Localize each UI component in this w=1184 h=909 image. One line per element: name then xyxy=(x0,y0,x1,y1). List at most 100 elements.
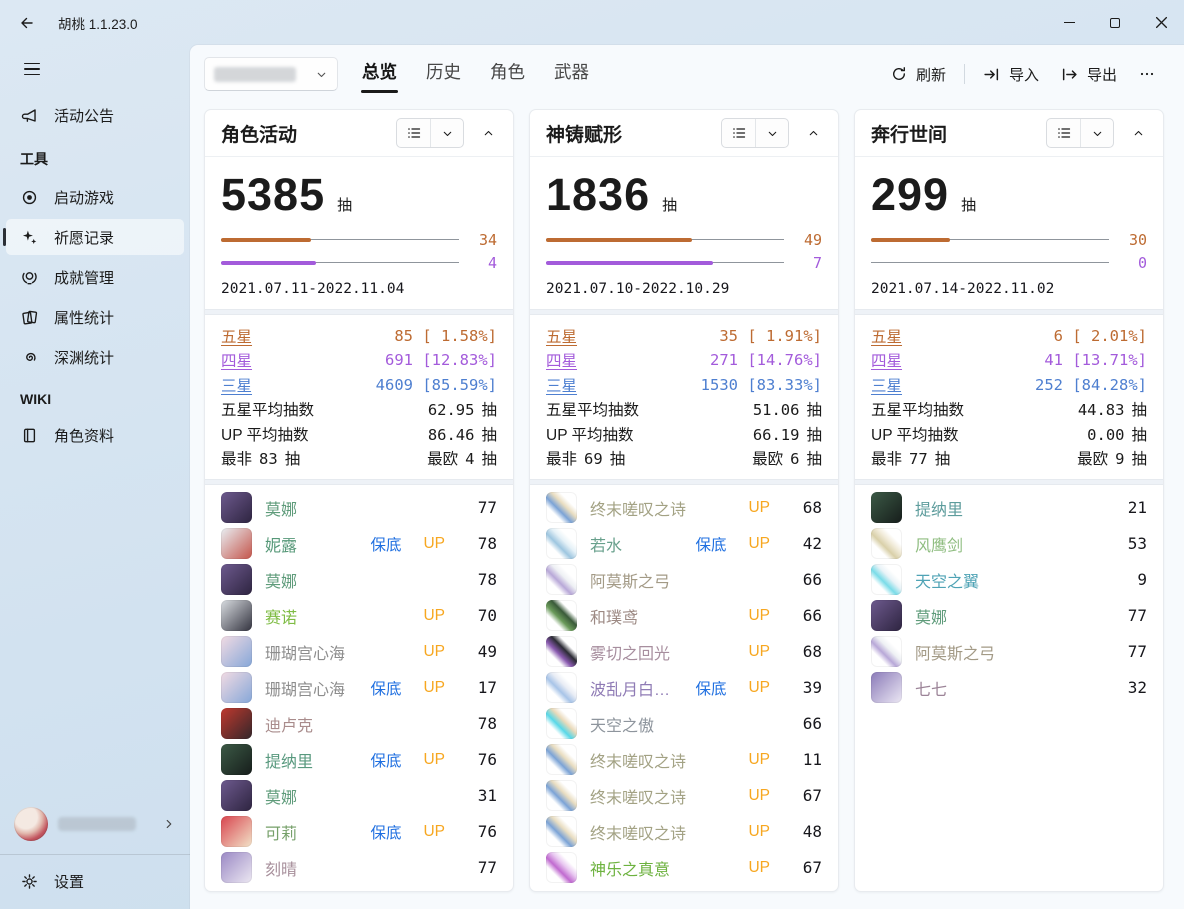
weapon-icon xyxy=(871,528,902,559)
pull-list-item: 提纳里21 xyxy=(871,490,1147,526)
star-stat-row: 四星 271 [14.76%] xyxy=(546,348,822,373)
list-view-button[interactable] xyxy=(722,119,755,147)
tab-history[interactable]: 历史 xyxy=(425,55,462,93)
pull-item-name: 风鹰剑 xyxy=(915,532,1095,556)
worst-pull-stat: 最非83抽 xyxy=(221,447,300,469)
minimize-button[interactable] xyxy=(1046,0,1092,45)
sidebar-item-attribute-stats[interactable]: 属性统计 xyxy=(6,299,184,335)
star-filter-link[interactable]: 五星 xyxy=(546,325,577,347)
pity-bar-value: 0 xyxy=(1119,254,1147,272)
star-filter-link[interactable]: 四星 xyxy=(871,349,902,371)
list-icon xyxy=(731,125,747,141)
pull-list-item: 阿莫斯之弓66 xyxy=(546,562,822,598)
star-filter-link[interactable]: 四星 xyxy=(546,349,577,371)
refresh-icon xyxy=(891,66,907,82)
card-header: 奔行世间 xyxy=(855,110,1163,157)
pull-unit-label: 抽 xyxy=(481,423,497,445)
star-filter-link[interactable]: 五星 xyxy=(871,325,902,347)
character-avatar xyxy=(221,492,252,523)
sidebar-item-abyss-stats[interactable]: 深渊统计 xyxy=(6,339,184,375)
up-badge: UP xyxy=(423,823,445,841)
import-button[interactable]: 导入 xyxy=(972,57,1050,91)
weapon-icon xyxy=(546,636,577,667)
pull-list-item: 赛诺UP70 xyxy=(221,598,497,634)
star-stat-row: 五星35 [ 1.91%] xyxy=(546,324,822,349)
pull-item-name: 珊瑚宫心海 xyxy=(265,676,348,700)
window-controls xyxy=(1046,0,1184,45)
star-filter-link[interactable]: 三星 xyxy=(546,374,577,396)
pull-list-item: 波乱月白经津保底UP39 xyxy=(546,670,822,706)
sidebar-item-character-wiki[interactable]: 角色资料 xyxy=(6,417,184,453)
gear-icon xyxy=(20,872,38,890)
up-badge: UP xyxy=(748,751,770,769)
achievement-icon xyxy=(20,268,38,286)
view-mode-split-button xyxy=(721,118,789,148)
card-title: 神铸赋形 xyxy=(546,120,622,147)
weapon-icon xyxy=(546,744,577,775)
uid-selector[interactable] xyxy=(204,57,338,91)
user-account-row[interactable] xyxy=(6,798,184,850)
average-stat-row: UP 平均抽数86.46抽 xyxy=(221,422,497,447)
banner-statistics: 五星35 [ 1.91%]四星271 [14.76%]三星1530 [83.33… xyxy=(530,315,838,479)
star-count-value: 271 [14.76%] xyxy=(710,351,822,369)
view-mode-dropdown-button[interactable] xyxy=(1080,119,1113,147)
star-filter-link[interactable]: 四星 xyxy=(221,349,252,371)
list-view-button[interactable] xyxy=(397,119,430,147)
pull-list-item: 终末嗟叹之诗UP48 xyxy=(546,814,822,850)
star-filter-link[interactable]: 五星 xyxy=(221,325,252,347)
pull-count: 32 xyxy=(1117,678,1147,697)
pivot-tabs: 总览 历史 角色 武器 xyxy=(361,55,590,93)
collapse-card-button[interactable] xyxy=(473,118,503,148)
collapse-card-button[interactable] xyxy=(798,118,828,148)
pull-item-name: 雾切之回光 xyxy=(590,640,726,664)
four-star-pity-bar: 0 xyxy=(871,255,1147,271)
pull-count: 76 xyxy=(467,750,497,769)
pull-count: 67 xyxy=(792,858,822,877)
app-title: 胡桃 1.1.23.0 xyxy=(58,13,138,33)
tab-overview[interactable]: 总览 xyxy=(361,55,398,93)
pull-count: 39 xyxy=(792,678,822,697)
sidebar-item-launch-game[interactable]: 启动游戏 xyxy=(6,179,184,215)
pull-list-item: 莫娜77 xyxy=(221,490,497,526)
best-pull-stat: 最欧9抽 xyxy=(1077,447,1147,469)
settings-label: 设置 xyxy=(54,871,84,892)
date-range: 2021.07.10-2022.10.29 xyxy=(546,281,822,297)
sidebar-item-achievement[interactable]: 成就管理 xyxy=(6,259,184,295)
maximize-button[interactable] xyxy=(1092,0,1138,45)
pity-bar-track xyxy=(546,239,784,240)
wish-record-icon xyxy=(20,228,38,246)
main-panel: 总览 历史 角色 武器 刷新 xyxy=(190,45,1184,909)
close-button[interactable] xyxy=(1138,0,1184,45)
total-pulls: 299抽 xyxy=(871,170,1147,220)
more-button[interactable] xyxy=(1128,57,1166,91)
sidebar-item-label: 祈愿记录 xyxy=(54,227,114,248)
star-filter-link[interactable]: 三星 xyxy=(871,374,902,396)
pull-list-item: 可莉保底UP76 xyxy=(221,814,497,850)
weapon-icon xyxy=(546,528,577,559)
pull-list-item: 若水保底UP42 xyxy=(546,526,822,562)
sidebar-item-wish-record[interactable]: 祈愿记录 xyxy=(6,219,184,255)
tab-characters[interactable]: 角色 xyxy=(489,55,526,93)
four-star-pity-bar: 4 xyxy=(221,255,497,271)
average-value: 44.83抽 xyxy=(1078,398,1147,420)
star-count-value: 41 [13.71%] xyxy=(1044,351,1147,369)
pity-badge: 保底 xyxy=(695,677,726,699)
list-view-button[interactable] xyxy=(1047,119,1080,147)
nav-menu-button[interactable] xyxy=(14,53,50,85)
sidebar-item-announcement[interactable]: 活动公告 xyxy=(6,97,184,133)
view-mode-dropdown-button[interactable] xyxy=(755,119,788,147)
export-button[interactable]: 导出 xyxy=(1050,57,1128,91)
refresh-button[interactable]: 刷新 xyxy=(880,57,957,91)
star-filter-link[interactable]: 三星 xyxy=(221,374,252,396)
sidebar-item-settings[interactable]: 设置 xyxy=(6,859,184,903)
tab-weapons[interactable]: 武器 xyxy=(553,55,590,93)
pull-list-item: 天空之翼9 xyxy=(871,562,1147,598)
pull-item-name: 终末嗟叹之诗 xyxy=(590,820,726,844)
list-icon xyxy=(406,125,422,141)
average-number: 86.46 xyxy=(428,426,475,444)
weapon-icon xyxy=(546,672,577,703)
view-mode-dropdown-button[interactable] xyxy=(430,119,463,147)
pull-count: 76 xyxy=(467,822,497,841)
back-button[interactable] xyxy=(10,8,44,38)
collapse-card-button[interactable] xyxy=(1123,118,1153,148)
